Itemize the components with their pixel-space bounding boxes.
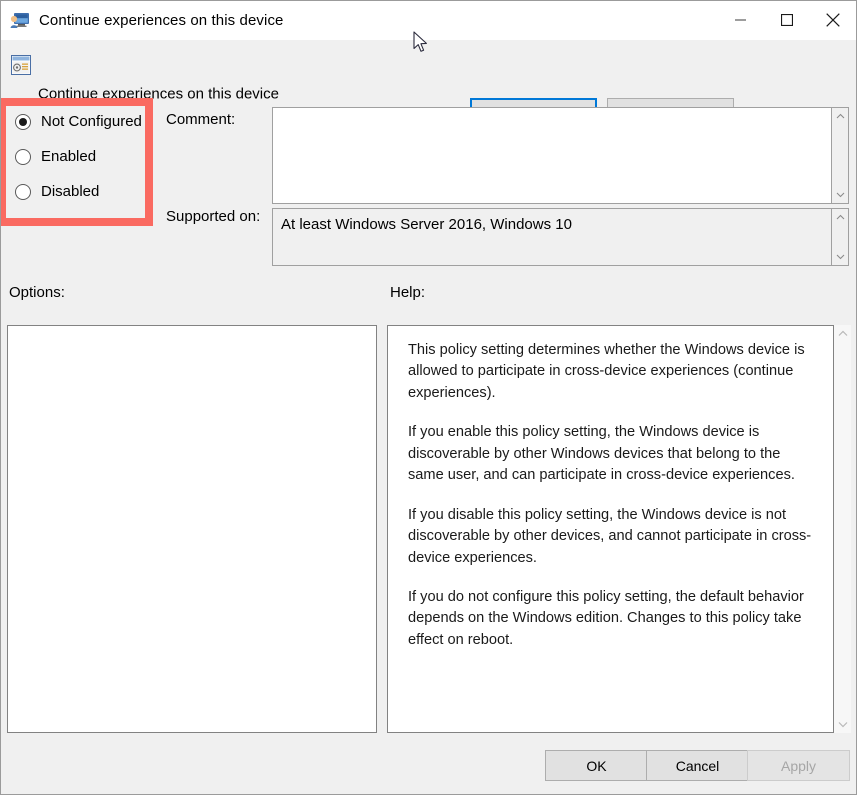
radio-not-configured-indicator[interactable]: [15, 113, 31, 130]
radio-not-configured[interactable]: Not Configured: [9, 104, 146, 139]
options-panel[interactable]: [7, 325, 377, 733]
radio-enabled[interactable]: Enabled: [9, 139, 146, 174]
options-label: Options:: [9, 284, 65, 301]
apply-button: Apply: [747, 750, 850, 781]
close-icon[interactable]: [810, 1, 856, 39]
supported-on-label: Supported on:: [166, 208, 261, 225]
window-controls: [718, 1, 856, 39]
radio-disabled[interactable]: Disabled: [9, 174, 146, 209]
help-label: Help:: [390, 284, 426, 301]
help-paragraph: If you enable this policy setting, the W…: [408, 424, 795, 484]
radio-enabled-indicator[interactable]: [15, 148, 31, 165]
ok-button[interactable]: OK: [545, 750, 648, 781]
scroll-down-icon[interactable]: [834, 716, 851, 733]
minimize-icon[interactable]: [718, 1, 764, 39]
group-policy-setting-dialog: Continue experiences on this device Cont…: [0, 0, 857, 795]
comment-label: Comment:: [166, 111, 236, 128]
help-area: This policy setting determines whether t…: [387, 325, 851, 733]
maximize-icon[interactable]: [764, 1, 810, 39]
scroll-up-icon[interactable]: [832, 209, 848, 225]
policy-setting-icon: [10, 12, 30, 30]
help-paragraph: If you disable this policy setting, the …: [408, 506, 812, 566]
setting-header: Continue experiences on this device Prev…: [1, 40, 856, 129]
comment-input[interactable]: [272, 107, 832, 204]
radio-not-configured-label: Not Configured: [41, 113, 142, 130]
supported-on-value: At least Windows Server 2016, Windows 10: [272, 208, 832, 266]
radio-disabled-indicator[interactable]: [15, 183, 31, 200]
radio-enabled-label: Enabled: [41, 148, 97, 165]
group-policy-editor-icon: [11, 55, 31, 75]
help-panel: This policy setting determines whether t…: [387, 325, 834, 733]
window-title: Continue experiences on this device: [39, 12, 284, 29]
title-bar: Continue experiences on this device: [1, 1, 856, 40]
radio-disabled-label: Disabled: [41, 183, 100, 200]
help-scrollbar[interactable]: [834, 325, 851, 733]
policy-state-radio-group: Not Configured Enabled Disabled: [9, 104, 146, 217]
scroll-up-icon[interactable]: [834, 325, 851, 342]
scroll-up-icon[interactable]: [832, 108, 848, 124]
help-paragraph: This policy setting determines whether t…: [408, 342, 805, 401]
supported-on-field-wrapper: At least Windows Server 2016, Windows 10: [272, 208, 849, 266]
supported-on-scrollbar[interactable]: [832, 208, 849, 266]
help-paragraph: If you do not configure this policy sett…: [408, 588, 804, 648]
comment-scrollbar[interactable]: [832, 107, 849, 204]
scroll-down-icon[interactable]: [832, 249, 848, 265]
cancel-button[interactable]: Cancel: [646, 750, 749, 781]
comment-field-wrapper: [272, 107, 849, 204]
scroll-down-icon[interactable]: [832, 187, 848, 203]
page-title: Continue experiences on this device: [38, 85, 279, 103]
